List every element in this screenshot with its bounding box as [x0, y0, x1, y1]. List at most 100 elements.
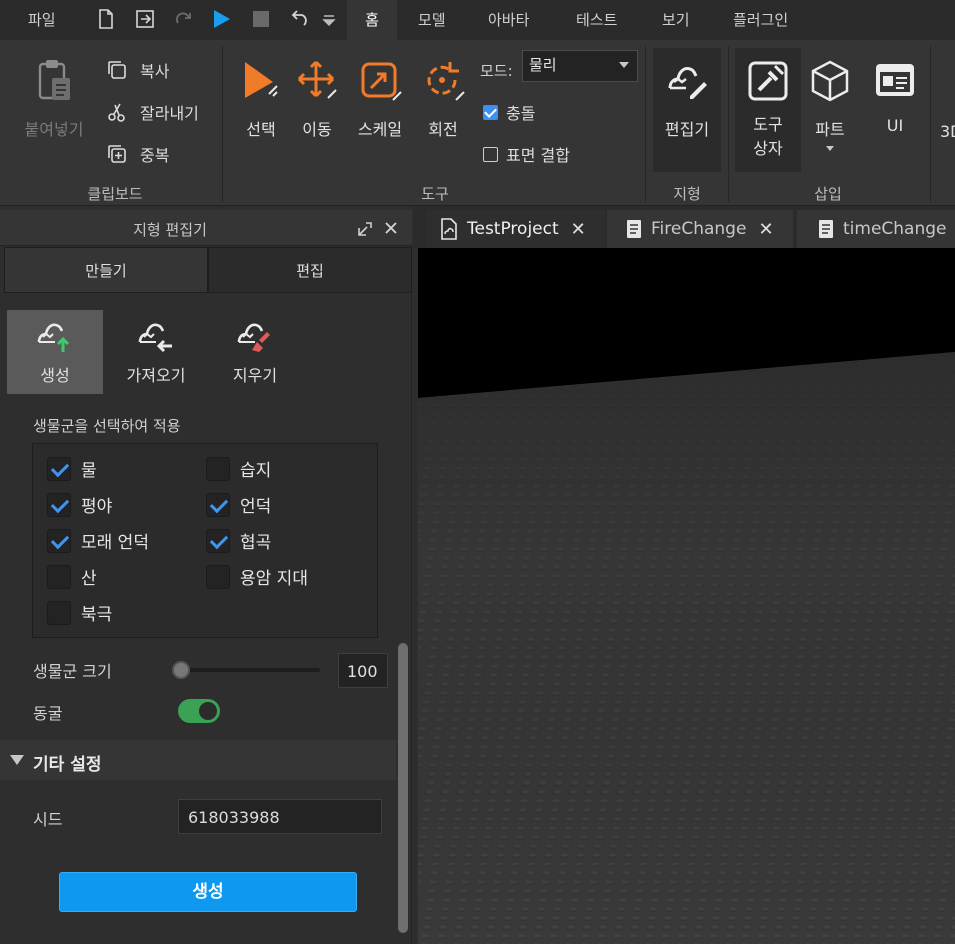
stop-icon[interactable]: [250, 8, 272, 30]
tool-generate[interactable]: 생성: [7, 310, 103, 394]
paste-button[interactable]: 붙여넣기: [18, 58, 90, 140]
biome-plains[interactable]: 평야: [47, 492, 112, 517]
biome-hills[interactable]: 언덕: [206, 492, 271, 517]
biome-checkbox[interactable]: [47, 456, 71, 481]
part-cube-icon: [811, 60, 849, 102]
3d-viewport[interactable]: [418, 248, 955, 944]
select-cursor-icon: [245, 62, 278, 98]
join-surfaces-checkbox[interactable]: [483, 146, 498, 162]
new-file-icon[interactable]: [95, 8, 117, 30]
rotate-tool-button[interactable]: 회전: [418, 58, 468, 140]
seed-input[interactable]: 618033988: [178, 799, 382, 834]
duplicate-button[interactable]: 중복: [106, 142, 169, 166]
toolbox-label-line1: 도구: [753, 115, 783, 134]
biome-checkbox[interactable]: [206, 528, 230, 553]
place-file-icon: [441, 218, 457, 240]
tab-home[interactable]: 홈: [347, 0, 397, 40]
script-icon: [627, 220, 641, 238]
menu-bar: 파일 홈 모델 아바타 테스트 보기 플러그인: [0, 0, 955, 40]
tab-model[interactable]: 모델: [418, 0, 446, 40]
tool-clear[interactable]: 지우기: [207, 310, 303, 394]
mode-label: 모드:: [480, 62, 513, 80]
copy-button[interactable]: 복사: [106, 58, 169, 82]
tools-group-label: 도구: [421, 185, 449, 203]
biome-checkbox[interactable]: [47, 600, 71, 625]
tab-firechange[interactable]: FireChange ✕: [607, 210, 793, 248]
biome-list: 물 습지 평야 언덕 모래 언덕 협곡 산 용암 지대 북극: [32, 443, 378, 638]
undo-icon[interactable]: [288, 8, 310, 30]
toolbox-label-line2: 상자: [753, 139, 783, 158]
biome-checkbox[interactable]: [206, 564, 230, 589]
tool-import-label: 가져오기: [126, 366, 186, 385]
close-icon[interactable]: [383, 220, 399, 236]
play-icon[interactable]: [210, 8, 232, 30]
clipboard-icon: [38, 60, 70, 100]
close-icon[interactable]: ✕: [571, 219, 586, 240]
rotate-label: 회전: [428, 120, 458, 139]
redo-icon[interactable]: [172, 8, 194, 30]
mode-select[interactable]: 물리: [522, 50, 638, 82]
scale-icon: [361, 62, 402, 101]
ribbon-divider: [930, 46, 931, 202]
biome-checkbox[interactable]: [47, 492, 71, 517]
tab-view[interactable]: 보기: [662, 0, 690, 40]
viewport-scene: [418, 248, 955, 944]
close-icon[interactable]: ✕: [758, 219, 773, 240]
biome-canyons[interactable]: 협곡: [206, 528, 271, 553]
cut-button[interactable]: 잘라내기: [106, 100, 199, 124]
tab-testproject[interactable]: TestProject ✕: [427, 210, 605, 248]
terrain-editor-icon: [668, 67, 707, 99]
tab-timechange[interactable]: timeChange: [797, 210, 955, 248]
undock-icon[interactable]: [356, 220, 374, 238]
biome-checkbox[interactable]: [206, 492, 230, 517]
biome-size-input[interactable]: 100: [338, 653, 388, 688]
toggle-knob: [199, 702, 217, 720]
biome-checkbox[interactable]: [47, 564, 71, 589]
biome-checkbox[interactable]: [47, 528, 71, 553]
chevron-down-icon[interactable]: [826, 146, 834, 151]
biome-mountains[interactable]: 산: [47, 564, 97, 589]
tab-edit[interactable]: 편집: [208, 247, 412, 293]
tab-plugins[interactable]: 플러그인: [733, 0, 788, 40]
scale-tool-button[interactable]: 스케일: [350, 58, 410, 140]
biome-checkbox[interactable]: [206, 456, 230, 481]
script-icon: [819, 220, 833, 238]
biome-label: 용암 지대: [240, 569, 308, 589]
collisions-toggle[interactable]: 충돌: [483, 100, 535, 124]
biome-dunes[interactable]: 모래 언덕: [47, 528, 149, 553]
tab-create[interactable]: 만들기: [4, 247, 208, 293]
ribbon: 붙여넣기 복사 잘라내기 중복 클립보드 선택 이동 스케일 회전 모드: 물리…: [0, 40, 955, 206]
quick-access-dropdown-icon[interactable]: [320, 8, 338, 30]
open-file-icon[interactable]: [134, 8, 156, 30]
biome-size-slider-track[interactable]: [178, 668, 320, 672]
more-insert-label[interactable]: 3D: [940, 122, 955, 141]
move-tool-button[interactable]: 이동: [292, 58, 342, 140]
biome-label: 물: [81, 461, 97, 481]
terrain-editor-button[interactable]: 편집기: [653, 48, 721, 172]
select-tool-button[interactable]: 선택: [236, 58, 286, 140]
part-button[interactable]: 파트: [806, 58, 854, 151]
clipboard-group-label: 클립보드: [87, 185, 143, 203]
panel-scrollbar[interactable]: [398, 643, 408, 933]
biome-lavascape[interactable]: 용암 지대: [206, 564, 308, 589]
biome-size-slider-handle[interactable]: [172, 661, 190, 679]
tool-generate-label: 생성: [40, 366, 70, 385]
ui-button[interactable]: UI: [870, 58, 920, 135]
tool-import[interactable]: 가져오기: [108, 310, 204, 394]
tab-test[interactable]: 테스트: [576, 0, 617, 40]
collisions-checkbox[interactable]: [483, 104, 498, 120]
other-settings-header[interactable]: 기타 설정: [0, 740, 396, 780]
caves-toggle[interactable]: [178, 699, 220, 723]
biome-marsh[interactable]: 습지: [206, 456, 271, 481]
join-surfaces-toggle[interactable]: 표면 결합: [483, 142, 570, 166]
menu-file[interactable]: 파일: [28, 0, 56, 40]
generate-button[interactable]: 생성: [59, 872, 357, 912]
terrain-editor-label: 편집기: [664, 120, 710, 139]
biome-water[interactable]: 물: [47, 456, 97, 481]
biome-label: 평야: [81, 497, 113, 517]
tab-avatar[interactable]: 아바타: [488, 0, 529, 40]
toolbox-button[interactable]: 도구 상자: [735, 48, 801, 172]
duplicate-icon: [108, 145, 126, 163]
paste-label: 붙여넣기: [24, 120, 84, 139]
biome-arctic[interactable]: 북극: [47, 600, 112, 625]
